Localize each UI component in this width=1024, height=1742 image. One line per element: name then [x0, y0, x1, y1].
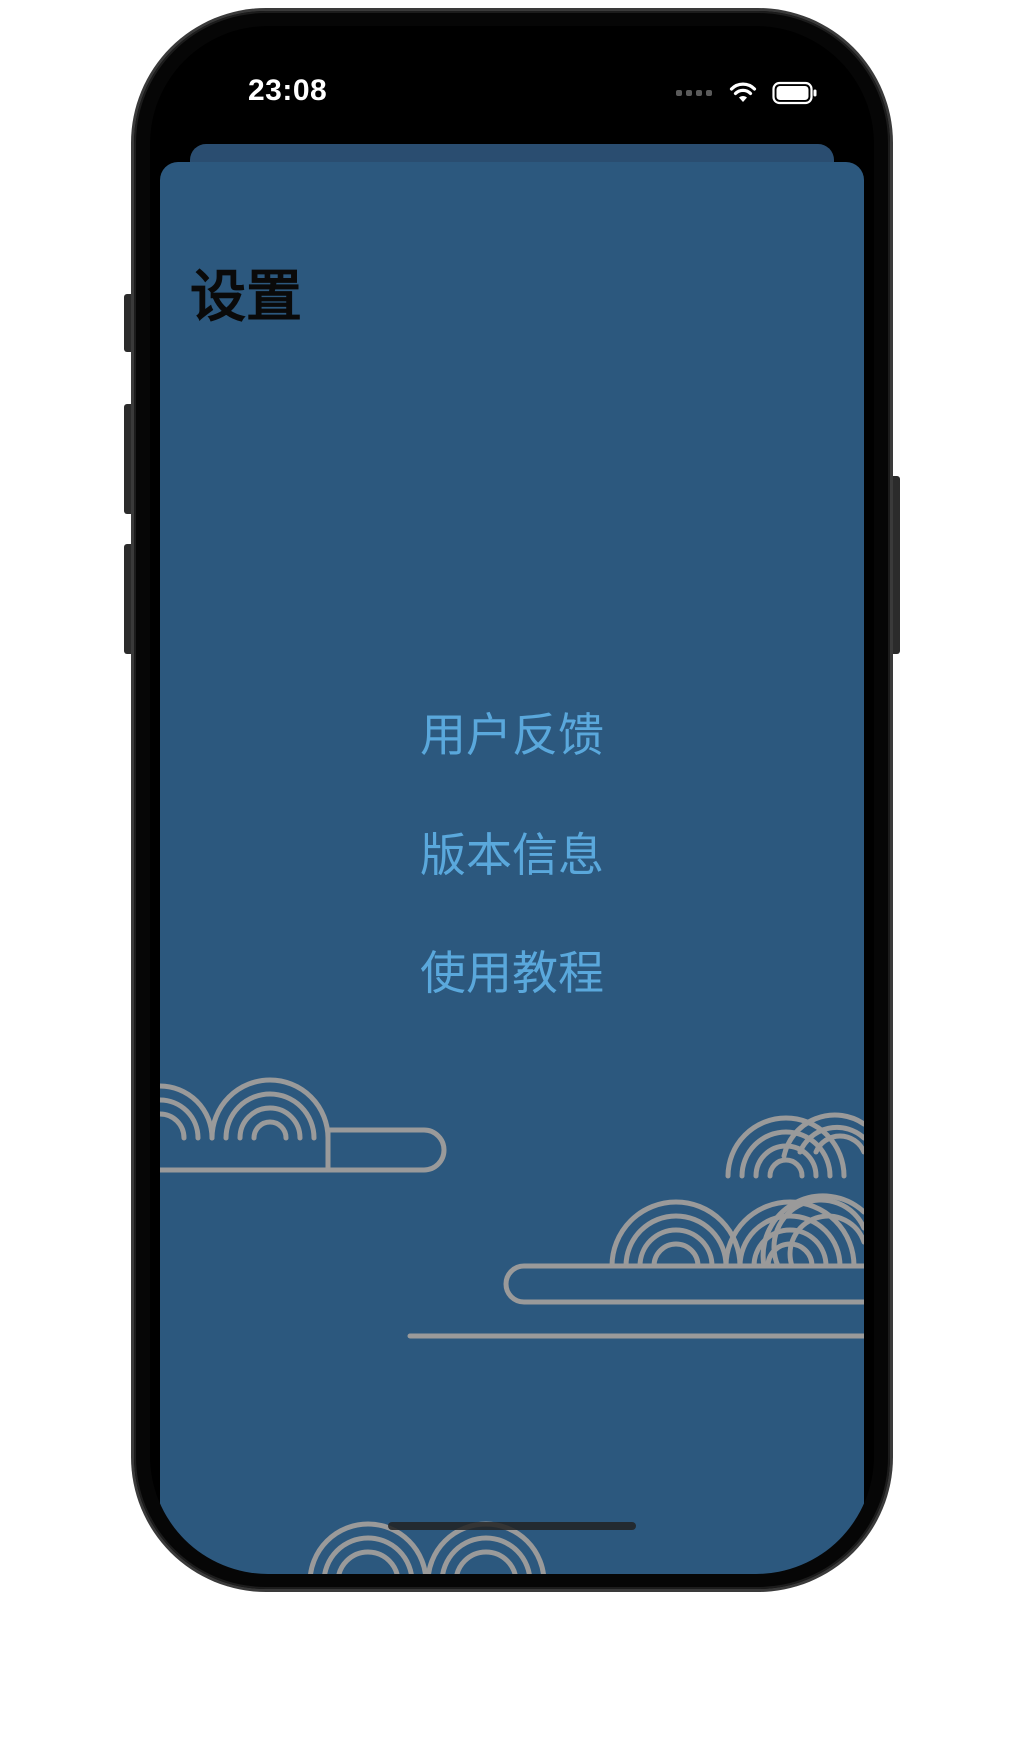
device-mockup: 23:08 设置 用户反馈 版本信息 使用教程 [0, 0, 1024, 1742]
menu-item-tutorial[interactable]: 使用教程 [160, 950, 864, 996]
power-button [890, 476, 900, 654]
status-time: 23:08 [248, 74, 328, 107]
battery-icon [772, 81, 817, 105]
status-icons [676, 78, 818, 108]
wifi-icon [729, 82, 757, 102]
settings-sheet: 设置 用户反馈 版本信息 使用教程 [160, 162, 864, 1574]
phone-screen: 23:08 设置 用户反馈 版本信息 使用教程 [150, 26, 874, 1574]
page-title: 设置 [190, 265, 302, 330]
volume-up-button [124, 404, 134, 514]
home-indicator[interactable] [388, 1522, 636, 1530]
volume-down-button [124, 544, 134, 654]
cellular-signal-icon [676, 90, 712, 96]
menu-item-version-info[interactable]: 版本信息 [160, 832, 864, 878]
menu-item-user-feedback[interactable]: 用户反馈 [160, 712, 864, 758]
action-button [124, 294, 134, 352]
